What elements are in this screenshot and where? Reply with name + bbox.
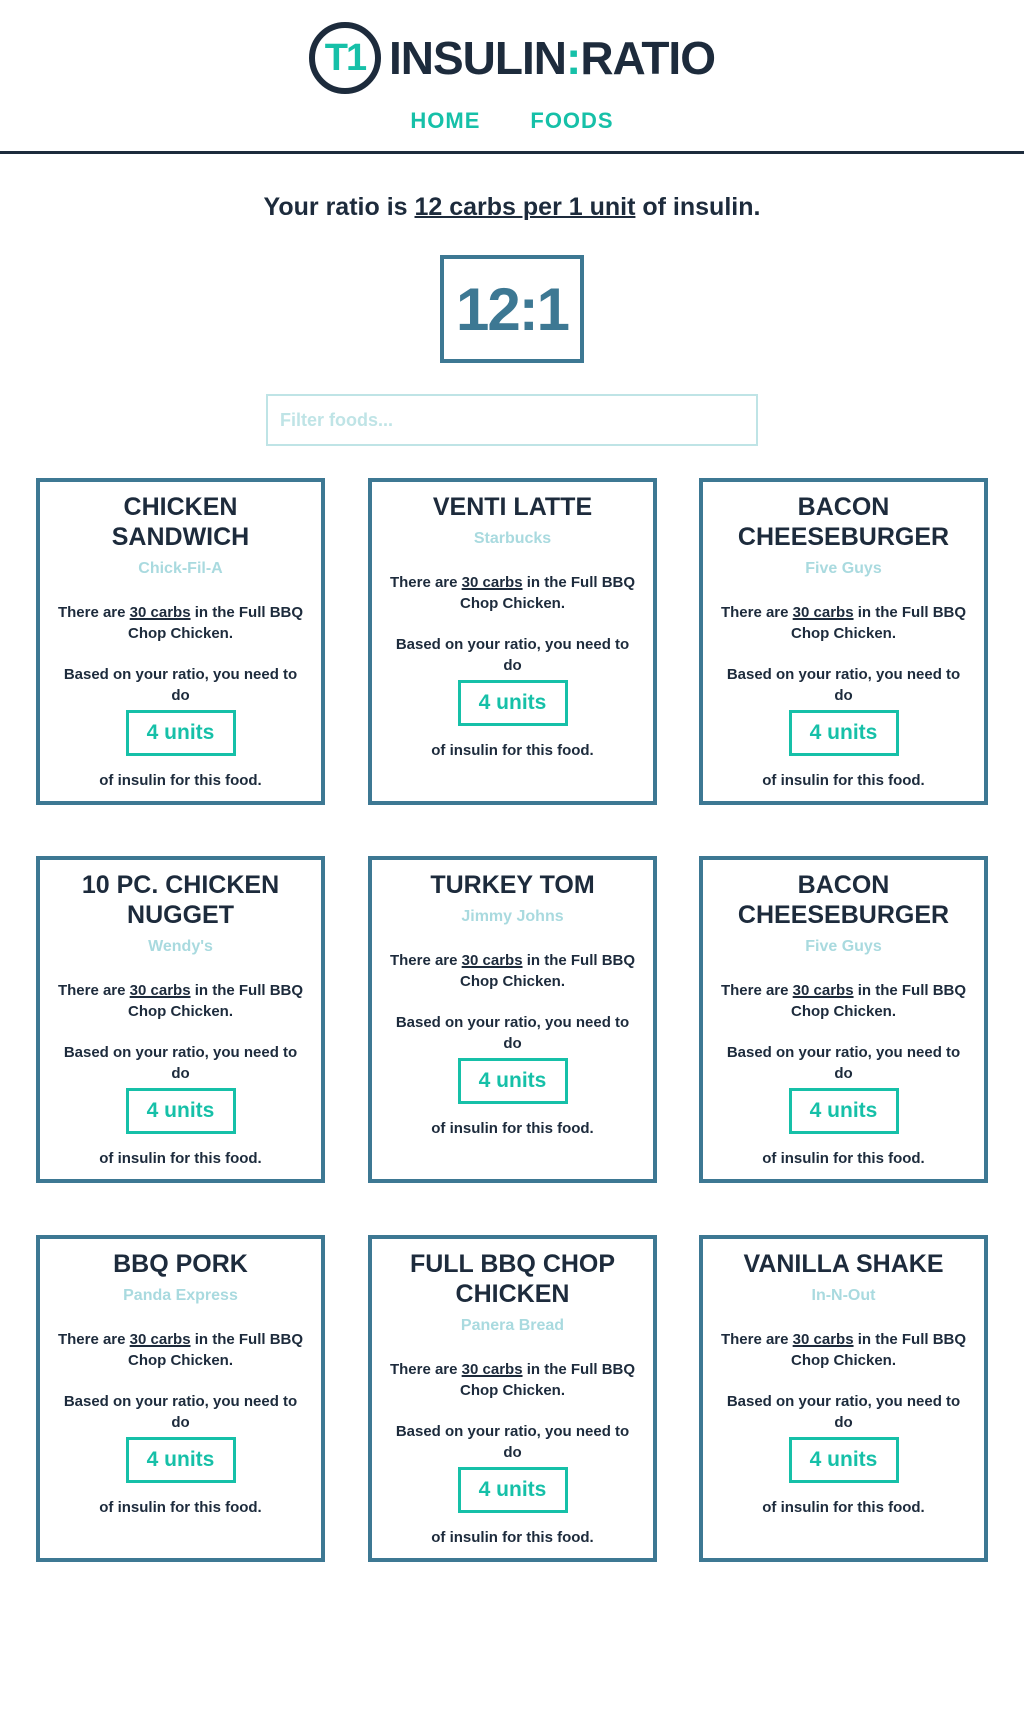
carb-info: There are 30 carbs in the Full BBQ Chop … xyxy=(382,572,643,614)
food-brand: Wendy's xyxy=(148,938,213,955)
insulin-footnote: of insulin for this food. xyxy=(431,1529,594,1546)
logo-badge-icon: T1 xyxy=(308,22,381,94)
ratio-need-text: Based on your ratio, you need to do xyxy=(63,666,298,704)
insulin-footnote: of insulin for this food. xyxy=(762,1499,925,1516)
logo-badge-text: T1 xyxy=(324,36,367,79)
carb-info: There are 30 carbs in the Full BBQ Chop … xyxy=(50,980,311,1022)
ratio-need-text: Based on your ratio, you need to do xyxy=(726,1393,961,1431)
food-title: CHICKEN SANDWICH xyxy=(111,493,250,551)
ratio-need-text: Based on your ratio, you need to do xyxy=(395,1423,630,1461)
carb-info-prefix: There are xyxy=(389,952,462,969)
units-button[interactable]: 4 units xyxy=(125,1088,236,1134)
food-title: TURKEY TOM xyxy=(430,871,595,899)
carb-info: There are 30 carbs in the Full BBQ Chop … xyxy=(713,980,974,1022)
food-title: BBQ PORK xyxy=(113,1250,248,1278)
carb-info: There are 30 carbs in the Full BBQ Chop … xyxy=(50,602,311,644)
ratio-suffix: of insulin. xyxy=(635,193,761,221)
food-card[interactable]: 10 PC. CHICKEN NUGGET Wendy's There are 30… xyxy=(36,856,325,1183)
food-card[interactable]: VANILLA SHAKE In-N-Out There are 30 carbs … xyxy=(699,1235,988,1562)
site-header: T1 INSULIN:RATIO HOME FOODS xyxy=(0,0,1024,154)
food-brand: Panera Bread xyxy=(460,1317,565,1334)
food-title: VANILLA SHAKE xyxy=(743,1250,944,1278)
food-card[interactable]: TURKEY TOM Jimmy Johns There are 30 carbs … xyxy=(368,856,657,1183)
main-nav: HOME FOODS xyxy=(0,108,1024,134)
food-title: FULL BBQ CHOP CHICKEN xyxy=(409,1250,616,1308)
ratio-prefix: Your ratio is xyxy=(263,193,415,221)
ratio-highlight: 12 carbs per 1 unit xyxy=(414,193,636,221)
food-card[interactable]: BBQ PORK Panda Express There are 30 carbs … xyxy=(36,1235,325,1562)
carb-info-prefix: There are xyxy=(57,1331,130,1348)
food-brand: Panda Express xyxy=(123,1287,238,1304)
carb-info: There are 30 carbs in the Full BBQ Chop … xyxy=(713,1329,974,1371)
food-card[interactable]: CHICKEN SANDWICH Chick-Fil-A There are 30 … xyxy=(36,478,325,805)
carb-info-prefix: There are xyxy=(389,1361,462,1378)
food-brand: Starbucks xyxy=(473,530,552,547)
carb-info: There are 30 carbs in the Full BBQ Chop … xyxy=(50,1329,311,1371)
logo-word-left: INSULIN xyxy=(388,32,567,84)
logo-separator: : xyxy=(565,32,581,84)
units-button[interactable]: 4 units xyxy=(788,710,899,756)
carb-amount: 30 carbs xyxy=(792,604,854,621)
ratio-need-text: Based on your ratio, you need to do xyxy=(395,636,630,674)
ratio-value: 12:1 xyxy=(455,275,570,343)
carb-amount: 30 carbs xyxy=(129,604,191,621)
nav-foods-link[interactable]: FOODS xyxy=(530,108,613,134)
insulin-footnote: of insulin for this food. xyxy=(431,742,594,759)
food-title: BACON CHEESEBURGER xyxy=(737,493,950,551)
units-button[interactable]: 4 units xyxy=(125,710,236,756)
logo-wordmark: INSULIN:RATIO xyxy=(388,31,716,85)
logo-word-right: RATIO xyxy=(580,32,716,84)
food-title: BACON CHEESEBURGER xyxy=(737,871,950,929)
carb-amount: 30 carbs xyxy=(129,1331,191,1348)
insulin-footnote: of insulin for this food. xyxy=(431,1120,594,1137)
carb-amount: 30 carbs xyxy=(792,1331,854,1348)
carb-amount: 30 carbs xyxy=(461,1361,523,1378)
food-card[interactable]: FULL BBQ CHOP CHICKEN Panera Bread There a… xyxy=(368,1235,657,1562)
units-button[interactable]: 4 units xyxy=(125,1437,236,1483)
carb-info-prefix: There are xyxy=(720,982,793,999)
food-brand: Chick-Fil-A xyxy=(138,560,223,577)
ratio-display: 12:1 xyxy=(440,255,584,363)
carb-info: There are 30 carbs in the Full BBQ Chop … xyxy=(713,602,974,644)
ratio-need-text: Based on your ratio, you need to do xyxy=(726,1044,961,1082)
insulin-footnote: of insulin for this food. xyxy=(762,1150,925,1167)
carb-info: There are 30 carbs in the Full BBQ Chop … xyxy=(382,950,643,992)
food-title: 10 PC. CHICKEN NUGGET xyxy=(81,871,280,929)
carb-info-prefix: There are xyxy=(720,1331,793,1348)
carb-amount: 30 carbs xyxy=(792,982,854,999)
logo[interactable]: T1 INSULIN:RATIO xyxy=(0,22,1024,94)
carb-info: There are 30 carbs in the Full BBQ Chop … xyxy=(382,1359,643,1401)
food-brand: Five Guys xyxy=(805,938,882,955)
insulin-footnote: of insulin for this food. xyxy=(762,772,925,789)
carb-info-prefix: There are xyxy=(57,982,130,999)
food-card[interactable]: VENTI LATTE Starbucks There are 30 carbs i… xyxy=(368,478,657,805)
units-button[interactable]: 4 units xyxy=(457,680,568,726)
food-card[interactable]: BACON CHEESEBURGER Five Guys There are 30 … xyxy=(699,856,988,1183)
ratio-sentence: Your ratio is 12 carbs per 1 unit of ins… xyxy=(0,193,1024,222)
food-brand: In-N-Out xyxy=(811,1287,876,1304)
food-title: VENTI LATTE xyxy=(432,493,593,521)
insulin-footnote: of insulin for this food. xyxy=(99,772,262,789)
units-button[interactable]: 4 units xyxy=(457,1467,568,1513)
nav-home-link[interactable]: HOME xyxy=(410,108,480,134)
food-brand: Five Guys xyxy=(805,560,882,577)
units-button[interactable]: 4 units xyxy=(788,1088,899,1134)
carb-info-prefix: There are xyxy=(389,574,462,591)
insulin-footnote: of insulin for this food. xyxy=(99,1150,262,1167)
carb-amount: 30 carbs xyxy=(129,982,191,999)
carb-amount: 30 carbs xyxy=(461,952,523,969)
carb-amount: 30 carbs xyxy=(461,574,523,591)
ratio-need-text: Based on your ratio, you need to do xyxy=(395,1014,630,1052)
units-button[interactable]: 4 units xyxy=(788,1437,899,1483)
ratio-need-text: Based on your ratio, you need to do xyxy=(726,666,961,704)
insulin-footnote: of insulin for this food. xyxy=(99,1499,262,1516)
food-brand: Jimmy Johns xyxy=(461,908,564,925)
units-button[interactable]: 4 units xyxy=(457,1058,568,1104)
filter-foods-input[interactable] xyxy=(266,394,758,446)
ratio-need-text: Based on your ratio, you need to do xyxy=(63,1393,298,1431)
carb-info-prefix: There are xyxy=(720,604,793,621)
ratio-need-text: Based on your ratio, you need to do xyxy=(63,1044,298,1082)
carb-info-prefix: There are xyxy=(57,604,130,621)
food-card[interactable]: BACON CHEESEBURGER Five Guys There are 30 … xyxy=(699,478,988,805)
